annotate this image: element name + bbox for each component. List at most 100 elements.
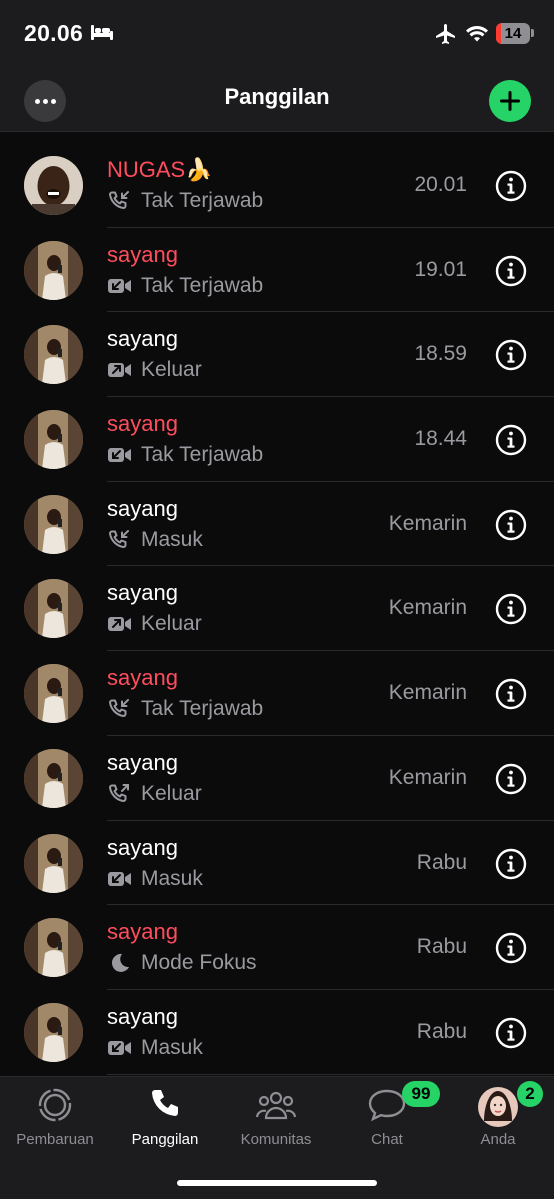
airplane-mode-icon bbox=[436, 24, 455, 44]
updates-icon bbox=[35, 1087, 75, 1123]
contact-name: sayang bbox=[107, 834, 178, 860]
focus-mode-icon bbox=[111, 954, 129, 973]
incoming-call-icon bbox=[109, 191, 129, 209]
call-row[interactable]: sayang Keluar Kemarin bbox=[0, 566, 554, 652]
call-status-label: Keluar bbox=[141, 612, 202, 636]
info-icon[interactable] bbox=[495, 932, 527, 964]
call-time: Kemarin bbox=[388, 681, 467, 705]
call-status-label: Keluar bbox=[141, 781, 202, 805]
unread-badge: 99 bbox=[402, 1081, 440, 1107]
chat-icon bbox=[367, 1087, 407, 1123]
call-time: Rabu bbox=[416, 1019, 467, 1043]
contact-avatar bbox=[24, 156, 83, 215]
contact-avatar bbox=[24, 410, 83, 470]
battery-indicator: 14 bbox=[496, 23, 530, 44]
tab-panggilan[interactable]: Panggilan bbox=[110, 1077, 220, 1157]
row-divider bbox=[107, 1073, 554, 1075]
info-icon[interactable] bbox=[495, 1017, 527, 1049]
call-time: Kemarin bbox=[388, 511, 467, 535]
call-time: 20.01 bbox=[414, 173, 467, 196]
page-title: Panggilan bbox=[224, 84, 330, 109]
call-status: Mode Fokus bbox=[107, 951, 257, 975]
status-bar: 20.06 14 bbox=[0, 0, 554, 68]
info-icon[interactable] bbox=[495, 763, 527, 795]
call-time: 18.44 bbox=[414, 427, 467, 451]
info-icon[interactable] bbox=[495, 339, 527, 371]
contact-name: sayang bbox=[107, 1003, 178, 1029]
call-status: Masuk bbox=[107, 528, 203, 552]
tab-label: Chat bbox=[371, 1131, 403, 1148]
call-row[interactable]: NUGAS🍌 Tak Terjawab 20.01 bbox=[0, 143, 554, 228]
contact-name: sayang bbox=[107, 326, 178, 352]
incoming-call-icon bbox=[109, 699, 129, 718]
call-status-label: Mode Fokus bbox=[141, 951, 257, 975]
contact-name: sayang bbox=[107, 749, 178, 775]
contact-name: sayang bbox=[107, 580, 178, 606]
call-status: Tak Terjawab bbox=[107, 443, 263, 467]
unread-badge: 2 bbox=[517, 1081, 543, 1107]
call-row[interactable]: sayang Masuk Kemarin bbox=[0, 482, 554, 567]
tab-label: Komunitas bbox=[240, 1131, 312, 1148]
contact-name: sayang bbox=[107, 919, 178, 945]
incoming-video-icon bbox=[108, 1040, 131, 1055]
contact-avatar bbox=[24, 748, 83, 808]
info-icon[interactable] bbox=[495, 424, 527, 456]
call-list: NUGAS🍌 Tak Terjawab 20.01 sayang Tak Terjawa… bbox=[0, 143, 554, 1075]
incoming-video-icon bbox=[108, 871, 131, 886]
contact-avatar bbox=[24, 833, 83, 893]
call-row[interactable]: sayang Tak Terjawab Kemarin bbox=[0, 651, 554, 736]
status-time: 20.06 bbox=[24, 20, 84, 46]
outgoing-call-icon bbox=[109, 783, 129, 802]
call-status: Masuk bbox=[107, 1036, 203, 1060]
wifi-icon bbox=[466, 25, 488, 42]
call-status-label: Tak Terjawab bbox=[141, 273, 264, 297]
call-status: Tak Terjawab bbox=[107, 189, 263, 213]
call-time: Rabu bbox=[416, 935, 467, 959]
info-icon[interactable] bbox=[495, 593, 527, 625]
call-row[interactable]: sayang Keluar Kemarin bbox=[0, 736, 554, 821]
contact-avatar bbox=[24, 664, 83, 724]
contact-name: sayang bbox=[107, 665, 178, 691]
call-time: 18.59 bbox=[414, 342, 467, 366]
call-status-label: Masuk bbox=[141, 1035, 203, 1059]
call-row[interactable]: sayang Tak Terjawab 18.44 bbox=[0, 397, 554, 482]
call-status: Tak Terjawab bbox=[107, 274, 263, 298]
contact-avatar bbox=[24, 579, 83, 639]
contact-name: NUGAS🍌 bbox=[107, 157, 213, 182]
info-icon[interactable] bbox=[495, 170, 527, 202]
info-icon[interactable] bbox=[495, 255, 527, 287]
call-status: Keluar bbox=[107, 782, 202, 806]
info-icon[interactable] bbox=[495, 848, 527, 880]
info-icon[interactable] bbox=[495, 678, 527, 710]
call-status-label: Tak Terjawab bbox=[141, 189, 264, 212]
call-status-label: Masuk bbox=[141, 866, 203, 890]
plus-icon bbox=[500, 91, 520, 111]
call-row[interactable]: sayang Mode Fokus Rabu bbox=[0, 905, 554, 990]
call-row[interactable]: sayang Masuk Rabu bbox=[0, 990, 554, 1075]
contact-name: sayang bbox=[107, 495, 178, 521]
call-row[interactable]: sayang Tak Terjawab 19.01 bbox=[0, 228, 554, 313]
call-time: Kemarin bbox=[388, 596, 467, 620]
call-status: Tak Terjawab bbox=[107, 697, 263, 721]
battery-percent: 14 bbox=[504, 25, 522, 42]
incoming-video-icon bbox=[108, 278, 131, 293]
new-call-button[interactable] bbox=[489, 80, 531, 122]
tab-anda[interactable]: Anda 2 bbox=[443, 1077, 553, 1157]
call-status-label: Tak Terjawab bbox=[141, 697, 264, 721]
tab-chat[interactable]: Chat 99 bbox=[332, 1077, 442, 1157]
call-time: 19.01 bbox=[414, 257, 467, 281]
tab-komunitas[interactable]: Komunitas bbox=[221, 1077, 331, 1157]
call-status: Masuk bbox=[107, 867, 203, 891]
incoming-video-icon bbox=[108, 448, 131, 463]
sleep-focus-icon bbox=[91, 25, 113, 40]
info-icon[interactable] bbox=[495, 509, 527, 541]
communities-icon bbox=[255, 1087, 297, 1123]
contact-name: sayang bbox=[107, 241, 178, 267]
call-row[interactable]: sayang Masuk Rabu bbox=[0, 821, 554, 906]
profile-avatar bbox=[478, 1087, 518, 1127]
call-status-label: Keluar bbox=[141, 358, 202, 382]
call-time: Rabu bbox=[416, 850, 467, 874]
call-row[interactable]: sayang Keluar 18.59 bbox=[0, 312, 554, 398]
tab-pembaruan[interactable]: Pembaruan bbox=[0, 1077, 110, 1157]
tab-label: Pembaruan bbox=[16, 1131, 94, 1148]
